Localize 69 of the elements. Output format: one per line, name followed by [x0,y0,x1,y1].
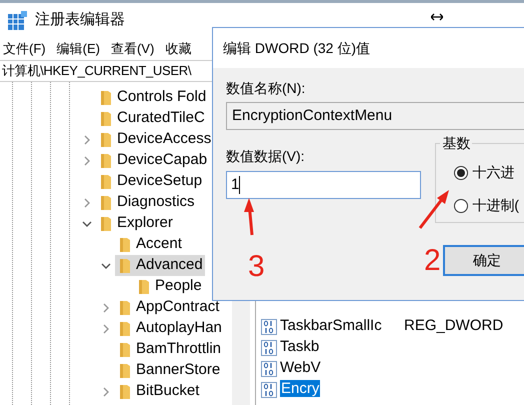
radio-button[interactable] [454,166,468,180]
value-type: REG_DWORD [404,316,504,336]
resize-cursor-icon [431,12,443,20]
folder-icon [119,342,131,358]
tree-item[interactable]: CuratedTileC [96,108,207,129]
folder-icon [100,174,112,190]
tree-item[interactable]: Controls Fold [96,87,208,108]
folder-icon [119,258,131,274]
menu-item[interactable]: 查看(V) [110,39,154,59]
annotation-arrow [417,188,451,230]
chevron-down-icon[interactable] [101,260,111,270]
value-name[interactable]: Taskb [280,336,401,359]
annotation-arrow [243,197,256,237]
tree-item[interactable]: Accent [115,234,184,255]
value-name-field[interactable]: EncryptionContextMenu [226,102,524,130]
folder-icon [119,384,131,400]
window-title: 注册表编辑器 [35,10,125,30]
annotation-number: 3 [248,252,265,282]
radio-button[interactable] [454,198,468,212]
folder-icon [100,132,112,148]
radio-option[interactable]: 十六进 [454,162,524,183]
chevron-right-icon[interactable] [82,156,92,166]
chevron-right-icon[interactable] [82,134,92,144]
chevron-right-icon[interactable] [101,386,111,396]
value-name[interactable]: Encry [280,380,320,398]
folder-icon [100,152,112,168]
address-bar[interactable]: 计算机\HKEY_CURRENT_USER\ [2,61,192,81]
registry-editor-icon [7,10,27,30]
value-name-label: 数值名称(N): [226,79,306,98]
dialog-title: 编辑 DWORD (32 位)值 [223,38,370,58]
tree-item[interactable]: AutoplayHan [115,318,224,339]
chevron-right-icon[interactable] [82,198,92,208]
folder-icon [100,90,112,106]
folder-icon [100,194,112,210]
chevron-right-icon[interactable] [101,324,111,334]
tree-item[interactable]: DeviceCapab [96,150,210,171]
menu-item[interactable]: 收藏 [165,39,192,59]
binary-value-icon [261,360,277,376]
tree-item[interactable]: DeviceAccess [96,129,214,150]
tree-item[interactable]: BannerStore [115,360,222,381]
value-name[interactable]: TaskbarSmallIc [280,315,401,338]
binary-value-icon [261,318,277,334]
tree-item[interactable]: AppContract [115,297,222,318]
folder-icon [119,362,131,378]
chevron-right-icon[interactable] [101,302,111,312]
value-data-field[interactable]: 1 [226,171,422,199]
ok-button[interactable]: 确定 [443,245,524,276]
tree-item[interactable]: BamThrottlin [115,339,224,360]
tree-item[interactable]: DeviceSetup [96,171,204,192]
tree-item[interactable]: Advanced [115,255,205,276]
folder-icon [100,216,112,232]
menu-item[interactable]: 文件(F) [3,39,46,59]
folder-icon [119,300,131,316]
tree-item[interactable]: BitBucket [115,381,202,402]
binary-value-icon [261,382,277,398]
radio-option[interactable]: 十进制( [454,195,524,216]
value-data-label: 数值数据(V): [226,147,306,166]
folder-icon [100,110,112,126]
menu-item[interactable]: 编辑(E) [56,39,100,59]
folder-icon [119,320,131,336]
tree-item[interactable]: Explorer [96,213,175,234]
folder-icon [119,236,131,252]
tree-item[interactable]: Diagnostics [96,192,197,213]
value-name[interactable]: WebV [280,357,401,380]
folder-icon [138,278,150,294]
annotation-number: 2 [424,246,441,276]
binary-value-icon [261,340,277,356]
tree-item[interactable]: People [134,276,204,297]
chevron-down-icon[interactable] [82,218,92,228]
